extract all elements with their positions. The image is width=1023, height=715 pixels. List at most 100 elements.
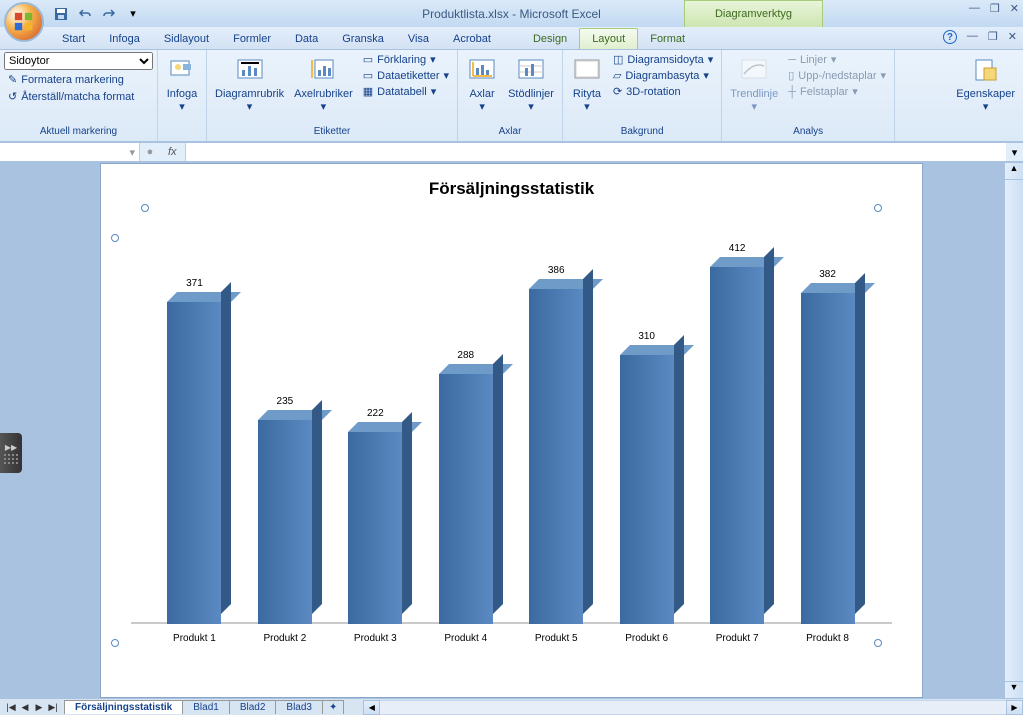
- office-button[interactable]: [4, 2, 44, 42]
- trendline-button[interactable]: Trendlinje▾: [726, 52, 782, 115]
- 3d-rotation-button[interactable]: ⟳3D-rotation: [609, 84, 717, 99]
- legend-button[interactable]: ▭Förklaring ▾: [359, 52, 453, 67]
- tab-granska[interactable]: Granska: [330, 29, 396, 49]
- scroll-right-icon[interactable]: ▶: [1006, 700, 1023, 715]
- first-sheet-icon[interactable]: |◀: [4, 700, 18, 714]
- plot-area-button[interactable]: Rityta▾: [567, 52, 607, 115]
- tab-sidlayout[interactable]: Sidlayout: [152, 29, 221, 49]
- category-label: Produkt 4: [416, 633, 516, 644]
- chart-wall-button[interactable]: ◫Diagramsidoyta ▾: [609, 52, 717, 67]
- tab-visa[interactable]: Visa: [396, 29, 441, 49]
- sheet-tabs-bar: |◀ ◀ ▶ ▶| Försäljningsstatistik Blad1 Bl…: [0, 698, 1023, 715]
- format-selection-button[interactable]: ✎Formatera markering: [4, 72, 153, 87]
- chart-title-button[interactable]: Diagramrubrik▾: [211, 52, 288, 115]
- ribbon-tabs: Start Infoga Sidlayout Formler Data Gran…: [0, 27, 1023, 50]
- redo-icon[interactable]: [98, 3, 120, 25]
- scroll-down-icon[interactable]: ▼: [1005, 681, 1023, 698]
- tab-acrobat[interactable]: Acrobat: [441, 29, 503, 49]
- scroll-left-icon[interactable]: ◀: [363, 700, 380, 715]
- plot-area-icon: [571, 54, 603, 86]
- sheet-tab-active[interactable]: Försäljningsstatistik: [64, 700, 183, 714]
- group-label-analysis: Analys: [726, 124, 890, 139]
- bar-data-label: 222: [348, 408, 402, 419]
- bar[interactable]: 288Produkt 4: [439, 374, 493, 624]
- sheet-tab[interactable]: Blad1: [182, 700, 230, 714]
- selection-handle[interactable]: [111, 639, 119, 647]
- fx-icon[interactable]: fx: [160, 146, 185, 158]
- bar[interactable]: 386Produkt 5: [529, 289, 583, 624]
- bar-data-label: 235: [258, 396, 312, 407]
- bar-side-face: [855, 273, 865, 614]
- properties-icon: [970, 54, 1002, 86]
- chart-canvas[interactable]: Försäljningsstatistik 371Produkt 1235Pro…: [100, 163, 923, 698]
- selection-handle[interactable]: [874, 204, 882, 212]
- category-label: Produkt 1: [144, 633, 244, 644]
- bar[interactable]: 412Produkt 7: [710, 267, 764, 624]
- chart-element-dropdown[interactable]: Sidoytor: [4, 52, 153, 70]
- restore-window-icon[interactable]: ❐: [988, 30, 998, 44]
- tab-format[interactable]: Format: [638, 29, 697, 49]
- bar-side-face: [764, 247, 774, 614]
- tab-infoga[interactable]: Infoga: [97, 29, 152, 49]
- undo-icon[interactable]: [74, 3, 96, 25]
- help-icon[interactable]: ?: [943, 30, 957, 44]
- insert-button[interactable]: Infoga▾: [162, 52, 202, 115]
- formula-expand-icon[interactable]: ▾: [1006, 146, 1023, 159]
- side-panel-handle[interactable]: ▶▶: [0, 433, 22, 473]
- chart-title[interactable]: Försäljningsstatistik: [111, 179, 912, 199]
- new-sheet-button[interactable]: ✦: [322, 700, 344, 714]
- data-table-button[interactable]: ▦Datatabell ▾: [359, 84, 453, 99]
- axis-titles-icon: [307, 54, 339, 86]
- gridlines-button[interactable]: Stödlinjer▾: [504, 52, 558, 115]
- errorbars-icon: ┼: [788, 86, 796, 98]
- bar-side-face: [674, 335, 684, 614]
- properties-button[interactable]: Egenskaper▾: [952, 52, 1019, 115]
- last-sheet-icon[interactable]: ▶|: [46, 700, 60, 714]
- bar-front-face: [167, 302, 221, 624]
- data-labels-button[interactable]: ▭Dataetiketter ▾: [359, 68, 453, 83]
- next-sheet-icon[interactable]: ▶: [32, 700, 46, 714]
- chart-floor-icon: ▱: [613, 69, 621, 82]
- sheet-tab[interactable]: Blad2: [229, 700, 277, 714]
- tab-formler[interactable]: Formler: [221, 29, 283, 49]
- lines-button: ─Linjer ▾: [784, 52, 890, 67]
- bar[interactable]: 382Produkt 8: [801, 293, 855, 624]
- close-icon[interactable]: ✕: [1010, 2, 1019, 15]
- chevron-right-icon: ▶▶: [4, 443, 18, 464]
- minimize-icon[interactable]: —: [969, 2, 980, 15]
- horizontal-scrollbar[interactable]: ◀ ▶: [363, 700, 1023, 715]
- selection-handle[interactable]: [141, 204, 149, 212]
- selection-handle[interactable]: [874, 639, 882, 647]
- name-box[interactable]: ▾: [0, 143, 140, 161]
- fx-cancel-icon: ●: [140, 146, 160, 158]
- prev-sheet-icon[interactable]: ◀: [18, 700, 32, 714]
- bar[interactable]: 235Produkt 2: [258, 420, 312, 624]
- data-table-icon: ▦: [363, 85, 373, 98]
- close-workbook-icon[interactable]: ✕: [1008, 30, 1017, 44]
- bar[interactable]: 222Produkt 3: [348, 432, 402, 624]
- minimize-ribbon-icon[interactable]: —: [967, 30, 978, 44]
- bar-front-face: [710, 267, 764, 624]
- scroll-up-icon[interactable]: ▲: [1005, 163, 1023, 180]
- axes-button[interactable]: Axlar▾: [462, 52, 502, 115]
- axis-titles-button[interactable]: Axelrubriker▾: [290, 52, 357, 115]
- chart-floor-button[interactable]: ▱Diagrambasyta ▾: [609, 68, 717, 83]
- plot-area[interactable]: 371Produkt 1 235Produkt 2 222Produkt 3 288P…: [131, 224, 892, 642]
- formula-input[interactable]: [185, 143, 1006, 161]
- reset-match-style-button[interactable]: ↺Återställ/matcha format: [4, 89, 153, 104]
- bar-front-face: [258, 420, 312, 624]
- qat-dropdown-icon[interactable]: ▾: [122, 3, 144, 25]
- selection-handle[interactable]: [111, 234, 119, 242]
- bar[interactable]: 310Produkt 6: [620, 355, 674, 624]
- vertical-scrollbar[interactable]: ▲ ▼: [1004, 163, 1023, 698]
- save-icon[interactable]: [50, 3, 72, 25]
- contextual-tab-header: Diagramverktyg: [684, 0, 823, 27]
- tab-start[interactable]: Start: [50, 29, 97, 49]
- restore-icon[interactable]: ❐: [990, 2, 1000, 15]
- tab-layout[interactable]: Layout: [579, 28, 638, 49]
- tab-design[interactable]: Design: [521, 29, 579, 49]
- tab-data[interactable]: Data: [283, 29, 330, 49]
- bar-side-face: [493, 354, 503, 614]
- bar[interactable]: 371Produkt 1: [167, 302, 221, 624]
- sheet-tab[interactable]: Blad3: [275, 700, 323, 714]
